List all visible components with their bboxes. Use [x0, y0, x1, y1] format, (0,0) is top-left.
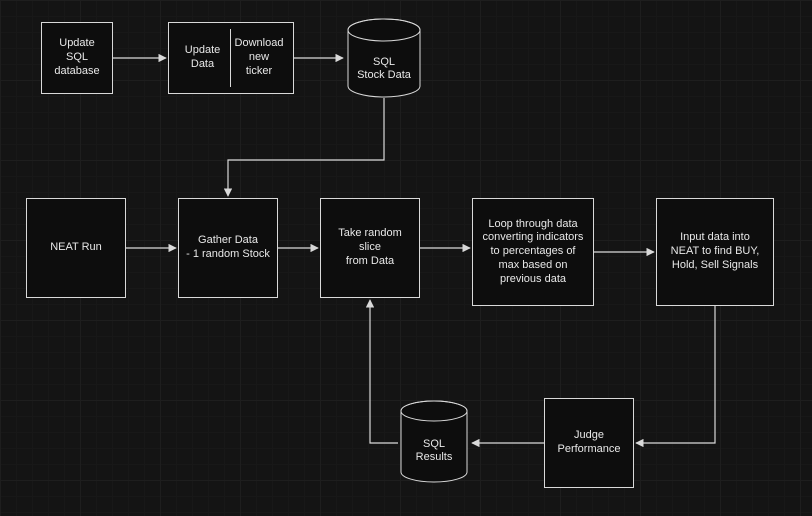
node-input-neat: Input data into NEAT to find BUY, Hold, … [656, 198, 774, 306]
node-label: Input data into NEAT to find BUY, Hold, … [671, 231, 760, 272]
node-label: Gather Data - 1 random Stock [186, 234, 270, 262]
db-label: SQL Stock Data [345, 56, 423, 82]
node-update-sql-database: Update SQL database [41, 22, 113, 94]
node-random-slice: Take random slice from Data [320, 198, 420, 298]
node-gather-data: Gather Data - 1 random Stock [178, 198, 278, 298]
node-label: Update SQL database [54, 37, 99, 78]
node-judge-performance: Judge Performance [544, 398, 634, 488]
node-label: Download new ticker [235, 37, 284, 78]
node-loop-convert: Loop through data converting indicators … [472, 198, 594, 306]
db-sql-results: SQL Results [398, 400, 470, 484]
split-right: Download new ticker [231, 33, 287, 82]
split-left: Update Data [175, 40, 230, 76]
node-label: Take random slice from Data [327, 227, 413, 268]
node-label: Judge Performance [558, 429, 621, 457]
node-label: Update Data [185, 44, 220, 72]
node-neat-run: NEAT Run [26, 198, 126, 298]
db-sql-stock-data: SQL Stock Data [345, 18, 423, 98]
node-label: NEAT Run [50, 241, 102, 255]
node-update-download: Update Data Download new ticker [168, 22, 294, 94]
db-label: SQL Results [398, 438, 470, 464]
node-label: Loop through data converting indicators … [483, 218, 584, 287]
